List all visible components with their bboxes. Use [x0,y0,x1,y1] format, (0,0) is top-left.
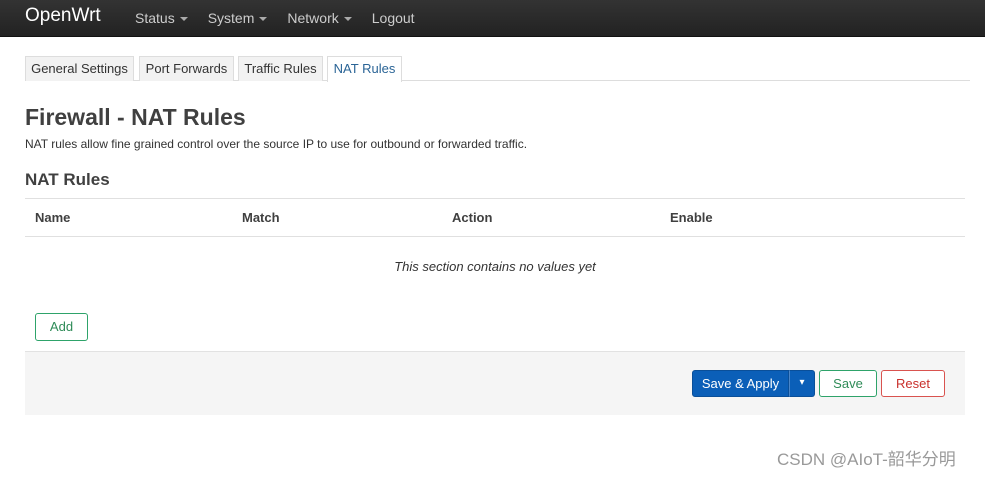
tab-port-forwards[interactable]: Port Forwards [139,56,234,81]
reset-button[interactable]: Reset [881,370,945,397]
save-button[interactable]: Save [819,370,877,397]
save-apply-button[interactable]: Save & Apply [692,370,789,397]
menu-system[interactable]: System [198,0,278,37]
top-navbar: OpenWrt Status System Network Logout [0,0,985,37]
menu-logout[interactable]: Logout [362,0,425,37]
menu-system-label: System [207,10,255,26]
caret-down-icon [343,16,352,21]
column-match: Match [242,210,280,225]
tab-traffic-rules[interactable]: Traffic Rules [238,56,323,81]
empty-section-note: This section contains no values yet [394,259,596,274]
menu-status-label: Status [135,10,175,26]
menu-network[interactable]: Network [277,0,361,37]
table-header: Name Match Action Enable [25,198,965,237]
menu-status[interactable]: Status [125,0,198,37]
save-apply-dropdown-toggle[interactable]: ▾ [789,370,815,397]
column-action: Action [452,210,493,225]
menu-logout-label: Logout [371,10,415,26]
caret-down-icon [259,16,268,21]
add-button[interactable]: Add [35,313,88,341]
menu-network-label: Network [287,10,339,26]
column-enable: Enable [670,210,713,225]
brand-logo[interactable]: OpenWrt [25,5,101,27]
caret-down-icon: ▾ [799,377,805,388]
watermark: CSDN @AIoT-韶华分明 [777,450,956,469]
column-name: Name [35,210,71,225]
page-title: Firewall - NAT Rules [25,104,246,130]
page-description: NAT rules allow fine grained control ove… [25,137,528,151]
tab-nat-rules[interactable]: NAT Rules [327,56,402,82]
section-title: NAT Rules [25,170,110,189]
main-menu: Status System Network Logout [125,0,425,37]
tab-general-settings[interactable]: General Settings [25,56,134,81]
caret-down-icon [179,16,188,21]
tab-bar: General Settings Port Forwards Traffic R… [25,56,970,82]
